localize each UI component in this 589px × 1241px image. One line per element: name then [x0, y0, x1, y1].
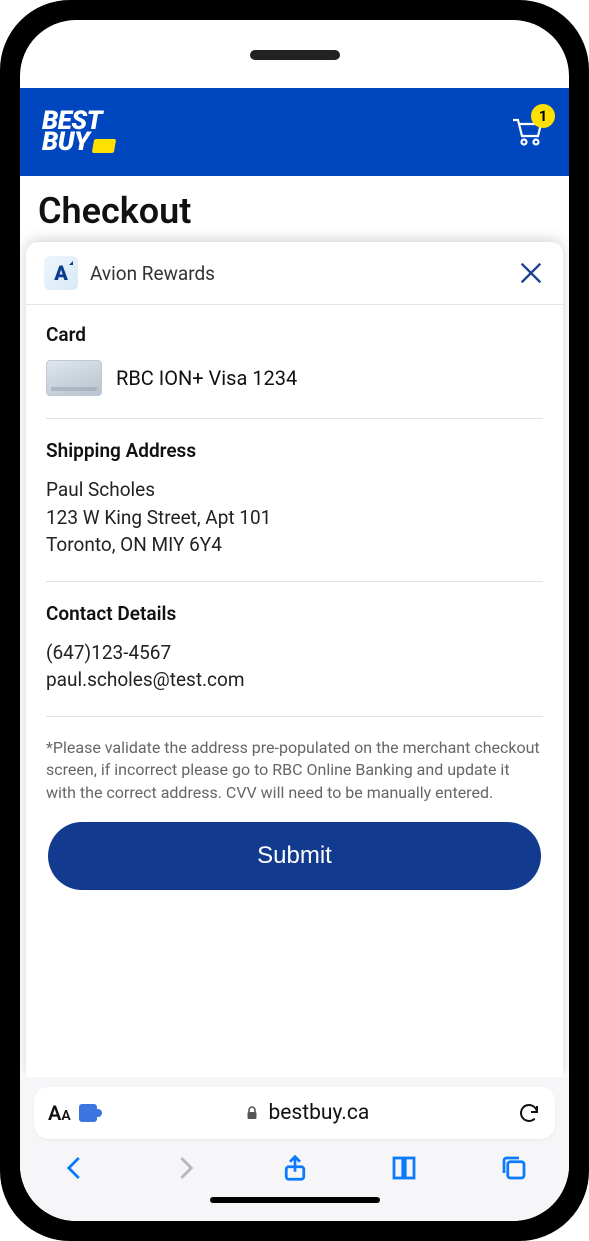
url-display: bestbuy.ca: [97, 1101, 517, 1125]
close-icon[interactable]: [517, 259, 545, 287]
phone-speaker: [250, 50, 340, 60]
sheet-body: Card RBC ION+ Visa 1234 Shipping Address…: [26, 305, 563, 1077]
card-name: RBC ION+ Visa 1234: [116, 366, 297, 390]
extension-icon[interactable]: [79, 1104, 97, 1122]
text-size-button[interactable]: AA: [48, 1101, 71, 1125]
reload-icon[interactable]: [517, 1101, 541, 1125]
contact-section-label: Contact Details: [46, 602, 543, 625]
shipping-line-2: Toronto, ON MIY 6Y4: [46, 531, 543, 559]
sheet-title: Avion Rewards: [90, 262, 215, 285]
divider: [46, 418, 543, 419]
card-section-label: Card: [46, 323, 543, 346]
store-header: BEST BUY 1: [20, 88, 569, 176]
contact-details: (647)123-4567 paul.scholes@test.com: [46, 639, 543, 694]
submit-button[interactable]: Submit: [48, 822, 541, 890]
phone-frame: BEST BUY 1 Checkout: [0, 0, 589, 1241]
shipping-line-1: 123 W King Street, Apt 101: [46, 504, 543, 532]
phone-inner: BEST BUY 1 Checkout: [20, 20, 569, 1221]
avion-app-icon: A: [44, 256, 78, 290]
sheet-header: A Avion Rewards: [26, 242, 563, 305]
bestbuy-tag-icon: [92, 139, 116, 153]
lock-icon: [244, 1105, 260, 1121]
page-title: Checkout: [20, 176, 569, 242]
safari-toolbar: [34, 1139, 555, 1187]
avion-rewards-sheet: A Avion Rewards Card RBC ION+ Visa 1234 …: [26, 242, 563, 1077]
url-domain: bestbuy.ca: [268, 1101, 369, 1125]
home-indicator[interactable]: [210, 1197, 380, 1203]
url-bar[interactable]: AA bestbuy.ca: [34, 1087, 555, 1139]
disclaimer-text: *Please validate the address pre-populat…: [46, 737, 543, 804]
tabs-icon[interactable]: [499, 1153, 529, 1183]
divider: [46, 581, 543, 582]
forward-icon: [170, 1153, 200, 1183]
cart-button[interactable]: 1: [507, 110, 547, 154]
credit-card-icon: [46, 360, 102, 396]
card-row[interactable]: RBC ION+ Visa 1234: [46, 360, 543, 396]
divider: [46, 716, 543, 717]
bookmarks-icon[interactable]: [389, 1153, 419, 1183]
contact-email: paul.scholes@test.com: [46, 666, 543, 694]
back-icon[interactable]: [60, 1153, 90, 1183]
shipping-section-label: Shipping Address: [46, 439, 543, 462]
cart-badge: 1: [531, 104, 555, 128]
share-icon[interactable]: [280, 1153, 310, 1183]
contact-phone: (647)123-4567: [46, 639, 543, 667]
shipping-address: Paul Scholes 123 W King Street, Apt 101 …: [46, 476, 543, 559]
logo-line-2: BUY: [42, 132, 89, 153]
safari-chrome: AA bestbuy.ca: [20, 1077, 569, 1221]
bestbuy-logo[interactable]: BEST BUY: [42, 111, 115, 154]
screen: BEST BUY 1 Checkout: [20, 88, 569, 1221]
shipping-name: Paul Scholes: [46, 476, 543, 504]
